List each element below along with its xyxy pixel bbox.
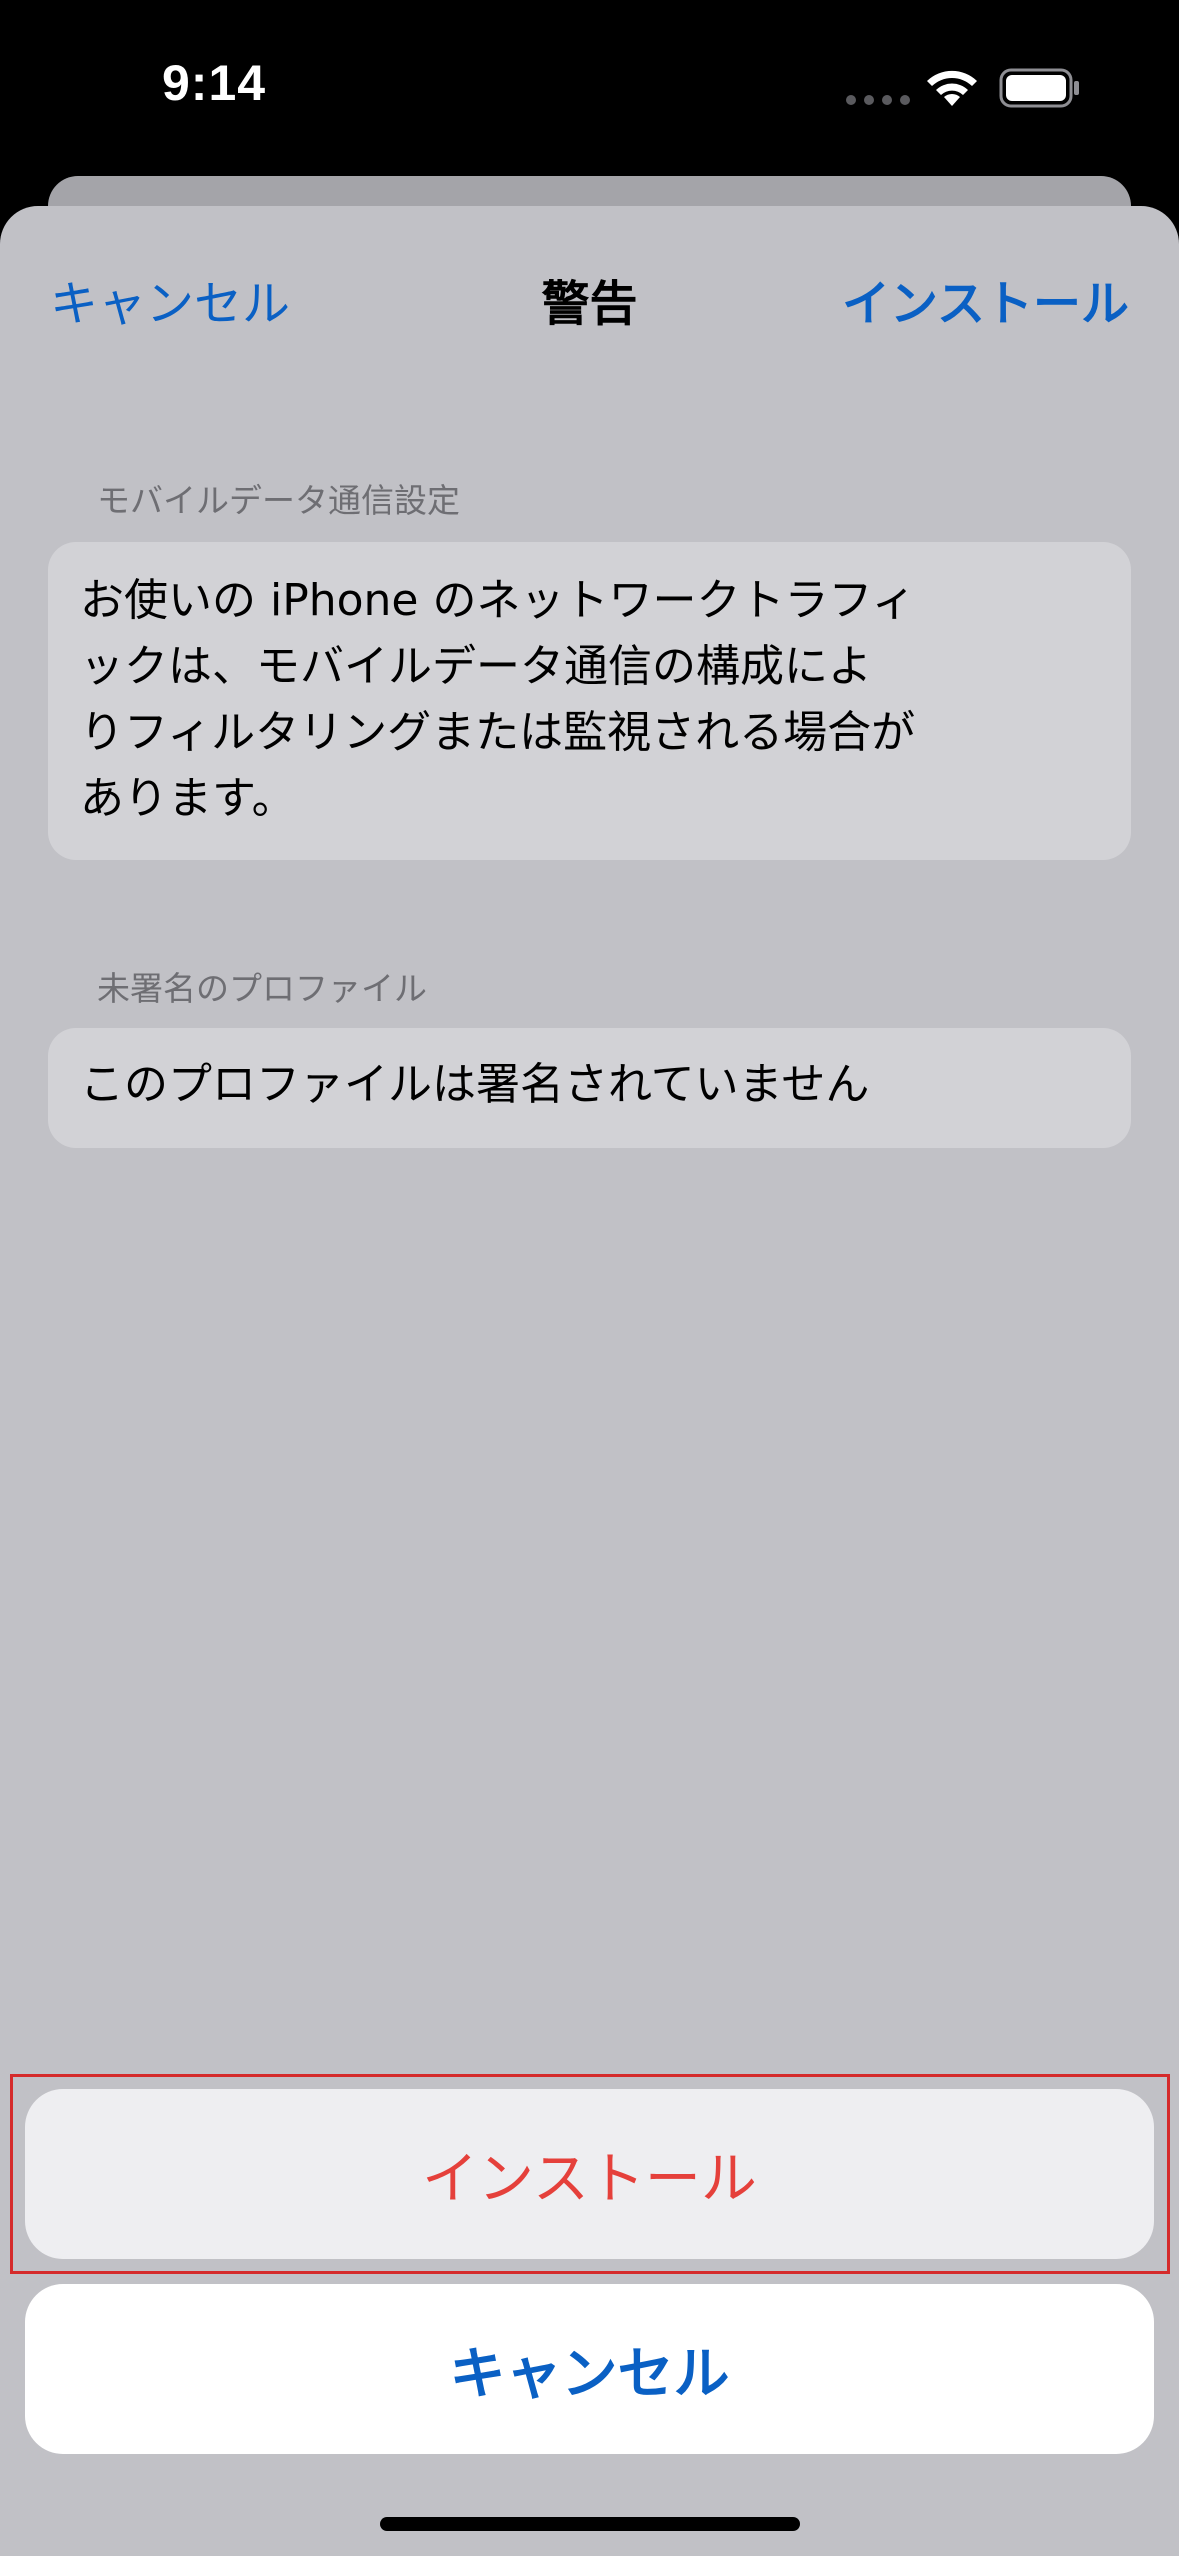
cellular-warning-card: お使いの iPhone のネットワークトラフィ ックは、モバイルデータ通信の構成… <box>48 542 1131 860</box>
home-indicator[interactable] <box>380 2517 800 2531</box>
battery-icon <box>999 68 1079 108</box>
cellular-warning-line: あります。 <box>80 773 296 824</box>
status-bar: 9:14 <box>0 0 1179 176</box>
cellular-warning-line: りフィルタリングまたは監視される場合が <box>80 707 916 758</box>
status-time: 9:14 <box>162 55 267 111</box>
wifi-icon <box>927 70 977 106</box>
nav-install-button[interactable]: インストール <box>842 264 1129 334</box>
section-header-unsigned: 未署名のプロファイル <box>97 969 427 1008</box>
cellular-warning-line: お使いの iPhone のネットワークトラフィ <box>80 575 916 626</box>
cellular-warning-line: ックは、モバイルデータ通信の構成によ <box>80 641 872 692</box>
nav-cancel-button[interactable]: キャンセル <box>50 264 290 334</box>
cellular-dots-icon <box>846 95 910 105</box>
unsigned-profile-text: このプロファイルは署名されていません <box>80 1059 870 1110</box>
cancel-button[interactable]: キャンセル <box>25 2284 1154 2454</box>
install-button[interactable]: インストール <box>25 2089 1154 2259</box>
unsigned-profile-card: このプロファイルは署名されていません <box>48 1028 1131 1148</box>
section-header-cellular: モバイルデータ通信設定 <box>97 481 460 520</box>
